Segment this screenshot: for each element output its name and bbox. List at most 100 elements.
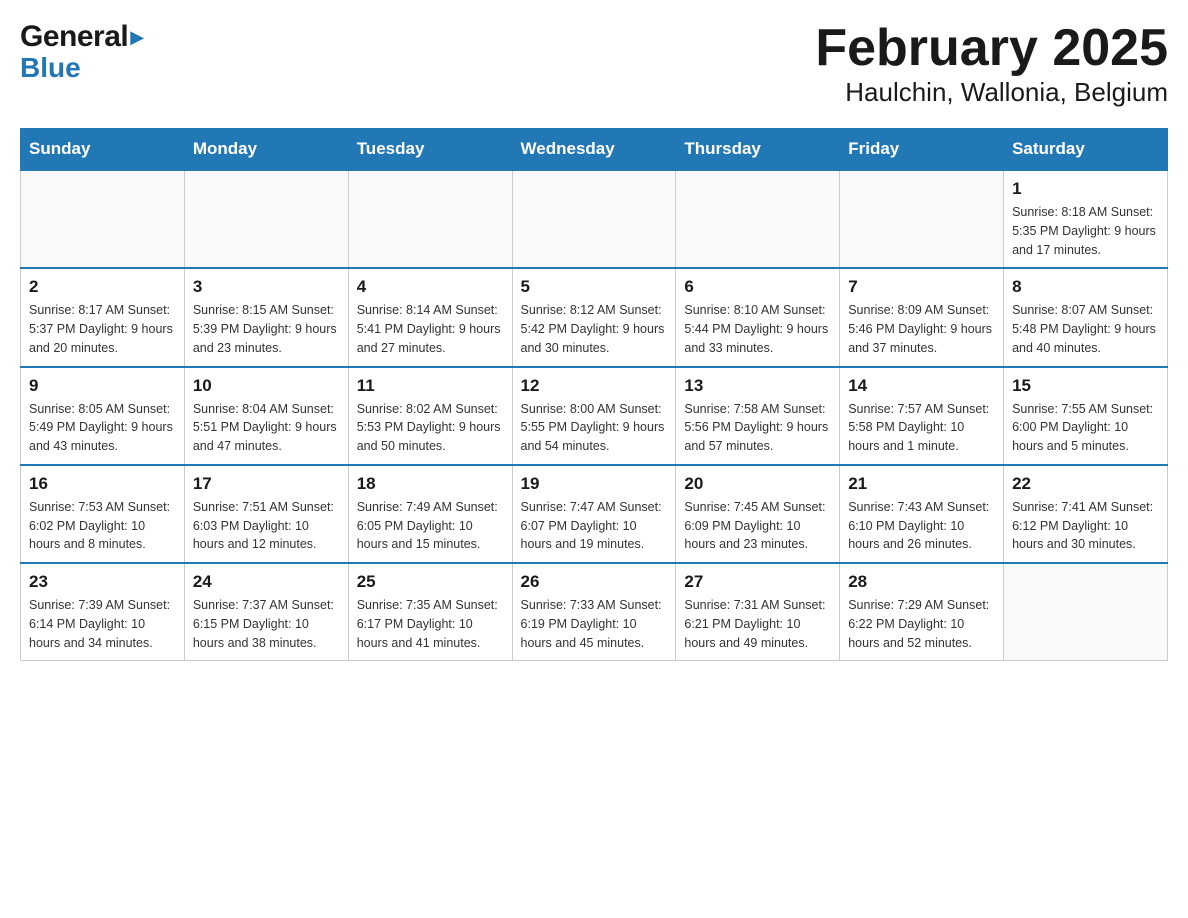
weekday-header-saturday: Saturday (1004, 129, 1168, 171)
calendar-day: 5Sunrise: 8:12 AM Sunset: 5:42 PM Daylig… (512, 268, 676, 366)
day-number: 17 (193, 474, 340, 494)
day-number: 13 (684, 376, 831, 396)
calendar-day: 1 Sunrise: 8:18 AM Sunset: 5:35 PM Daylig… (1004, 170, 1168, 268)
calendar-week-row: 16 Sunrise: 7:53 AM Sunset: 6:02 PM Dayli… (21, 465, 1168, 563)
calendar-day (184, 170, 348, 268)
calendar-week-row: 2 Sunrise: 8:17 AM Sunset: 5:37 PM Daylig… (21, 268, 1168, 366)
calendar-day (348, 170, 512, 268)
day-info: Sunrise: 8:02 AM Sunset: 5:53 PM Dayligh… (357, 400, 504, 456)
logo-general-text: General (20, 20, 128, 54)
calendar-day: 18 Sunrise: 7:49 AM Sunset: 6:05 PM Dayli… (348, 465, 512, 563)
calendar-day: 4 Sunrise: 8:14 AM Sunset: 5:41 PM Daylig… (348, 268, 512, 366)
day-info: Sunrise: 8:05 AM Sunset: 5:49 PM Dayligh… (29, 400, 176, 456)
weekday-header-friday: Friday (840, 129, 1004, 171)
day-info: Sunrise: 7:49 AM Sunset: 6:05 PM Dayligh… (357, 498, 504, 554)
day-number: 2 (29, 277, 176, 297)
calendar-table: SundayMondayTuesdayWednesdayThursdayFrid… (20, 128, 1168, 661)
calendar-day: 9 Sunrise: 8:05 AM Sunset: 5:49 PM Daylig… (21, 367, 185, 465)
day-info: Sunrise: 7:33 AM Sunset: 6:19 PM Dayligh… (521, 596, 668, 652)
day-number: 28 (848, 572, 995, 592)
calendar-day: 27 Sunrise: 7:31 AM Sunset: 6:21 PM Dayli… (676, 563, 840, 661)
calendar-week-row: 9 Sunrise: 8:05 AM Sunset: 5:49 PM Daylig… (21, 367, 1168, 465)
calendar-day (1004, 563, 1168, 661)
day-info: Sunrise: 8:14 AM Sunset: 5:41 PM Dayligh… (357, 301, 504, 357)
calendar-day: 26 Sunrise: 7:33 AM Sunset: 6:19 PM Dayli… (512, 563, 676, 661)
day-info: Sunrise: 7:39 AM Sunset: 6:14 PM Dayligh… (29, 596, 176, 652)
calendar-day: 12 Sunrise: 8:00 AM Sunset: 5:55 PM Dayli… (512, 367, 676, 465)
weekday-header-wednesday: Wednesday (512, 129, 676, 171)
calendar-day: 13 Sunrise: 7:58 AM Sunset: 5:56 PM Dayli… (676, 367, 840, 465)
calendar-day (512, 170, 676, 268)
day-number: 21 (848, 474, 995, 494)
day-number: 24 (193, 572, 340, 592)
day-info: Sunrise: 7:37 AM Sunset: 6:15 PM Dayligh… (193, 596, 340, 652)
day-info: Sunrise: 7:55 AM Sunset: 6:00 PM Dayligh… (1012, 400, 1159, 456)
day-number: 14 (848, 376, 995, 396)
logo-blue-text: Blue (20, 52, 81, 84)
day-number: 20 (684, 474, 831, 494)
calendar-day: 14Sunrise: 7:57 AM Sunset: 5:58 PM Dayli… (840, 367, 1004, 465)
calendar-day: 22Sunrise: 7:41 AM Sunset: 6:12 PM Dayli… (1004, 465, 1168, 563)
day-info: Sunrise: 7:31 AM Sunset: 6:21 PM Dayligh… (684, 596, 831, 652)
page-header: General Blue February 2025 Haulchin, Wal… (20, 20, 1168, 108)
weekday-header-sunday: Sunday (21, 129, 185, 171)
calendar-day: 7 Sunrise: 8:09 AM Sunset: 5:46 PM Daylig… (840, 268, 1004, 366)
day-info: Sunrise: 8:10 AM Sunset: 5:44 PM Dayligh… (684, 301, 831, 357)
day-number: 11 (357, 376, 504, 396)
calendar-week-row: 23 Sunrise: 7:39 AM Sunset: 6:14 PM Dayli… (21, 563, 1168, 661)
calendar-day: 6 Sunrise: 8:10 AM Sunset: 5:44 PM Daylig… (676, 268, 840, 366)
day-number: 26 (521, 572, 668, 592)
day-info: Sunrise: 8:18 AM Sunset: 5:35 PM Dayligh… (1012, 203, 1159, 259)
day-number: 16 (29, 474, 176, 494)
day-info: Sunrise: 8:00 AM Sunset: 5:55 PM Dayligh… (521, 400, 668, 456)
day-info: Sunrise: 7:51 AM Sunset: 6:03 PM Dayligh… (193, 498, 340, 554)
calendar-day: 20 Sunrise: 7:45 AM Sunset: 6:09 PM Dayli… (676, 465, 840, 563)
calendar-day: 19Sunrise: 7:47 AM Sunset: 6:07 PM Dayli… (512, 465, 676, 563)
day-number: 12 (521, 376, 668, 396)
day-number: 8 (1012, 277, 1159, 297)
calendar-day: 21 Sunrise: 7:43 AM Sunset: 6:10 PM Dayli… (840, 465, 1004, 563)
day-number: 3 (193, 277, 340, 297)
calendar-week-row: 1 Sunrise: 8:18 AM Sunset: 5:35 PM Daylig… (21, 170, 1168, 268)
day-info: Sunrise: 8:15 AM Sunset: 5:39 PM Dayligh… (193, 301, 340, 357)
day-info: Sunrise: 7:43 AM Sunset: 6:10 PM Dayligh… (848, 498, 995, 554)
month-title: February 2025 (815, 20, 1168, 77)
day-number: 4 (357, 277, 504, 297)
calendar-header-row: SundayMondayTuesdayWednesdayThursdayFrid… (21, 129, 1168, 171)
day-info: Sunrise: 7:29 AM Sunset: 6:22 PM Dayligh… (848, 596, 995, 652)
day-info: Sunrise: 7:53 AM Sunset: 6:02 PM Dayligh… (29, 498, 176, 554)
day-number: 7 (848, 277, 995, 297)
weekday-header-thursday: Thursday (676, 129, 840, 171)
day-number: 10 (193, 376, 340, 396)
weekday-header-tuesday: Tuesday (348, 129, 512, 171)
day-info: Sunrise: 7:58 AM Sunset: 5:56 PM Dayligh… (684, 400, 831, 456)
calendar-day (676, 170, 840, 268)
day-info: Sunrise: 8:17 AM Sunset: 5:37 PM Dayligh… (29, 301, 176, 357)
day-number: 19 (521, 474, 668, 494)
day-number: 18 (357, 474, 504, 494)
calendar-day: 10 Sunrise: 8:04 AM Sunset: 5:51 PM Dayli… (184, 367, 348, 465)
day-info: Sunrise: 8:09 AM Sunset: 5:46 PM Dayligh… (848, 301, 995, 357)
day-number: 27 (684, 572, 831, 592)
day-info: Sunrise: 7:45 AM Sunset: 6:09 PM Dayligh… (684, 498, 831, 554)
day-number: 22 (1012, 474, 1159, 494)
day-number: 5 (521, 277, 668, 297)
title-block: February 2025 Haulchin, Wallonia, Belgiu… (815, 20, 1168, 108)
day-number: 6 (684, 277, 831, 297)
day-number: 1 (1012, 179, 1159, 199)
calendar-day (840, 170, 1004, 268)
day-number: 23 (29, 572, 176, 592)
calendar-day: 8Sunrise: 8:07 AM Sunset: 5:48 PM Daylig… (1004, 268, 1168, 366)
calendar-day: 2 Sunrise: 8:17 AM Sunset: 5:37 PM Daylig… (21, 268, 185, 366)
calendar-day (21, 170, 185, 268)
calendar-day: 17 Sunrise: 7:51 AM Sunset: 6:03 PM Dayli… (184, 465, 348, 563)
calendar-day: 23 Sunrise: 7:39 AM Sunset: 6:14 PM Dayli… (21, 563, 185, 661)
calendar-day: 24 Sunrise: 7:37 AM Sunset: 6:15 PM Dayli… (184, 563, 348, 661)
calendar-day: 16 Sunrise: 7:53 AM Sunset: 6:02 PM Dayli… (21, 465, 185, 563)
day-number: 9 (29, 376, 176, 396)
location-title: Haulchin, Wallonia, Belgium (815, 77, 1168, 108)
calendar-day: 25Sunrise: 7:35 AM Sunset: 6:17 PM Dayli… (348, 563, 512, 661)
logo-arrow-icon (130, 27, 144, 48)
weekday-header-monday: Monday (184, 129, 348, 171)
day-info: Sunrise: 8:04 AM Sunset: 5:51 PM Dayligh… (193, 400, 340, 456)
